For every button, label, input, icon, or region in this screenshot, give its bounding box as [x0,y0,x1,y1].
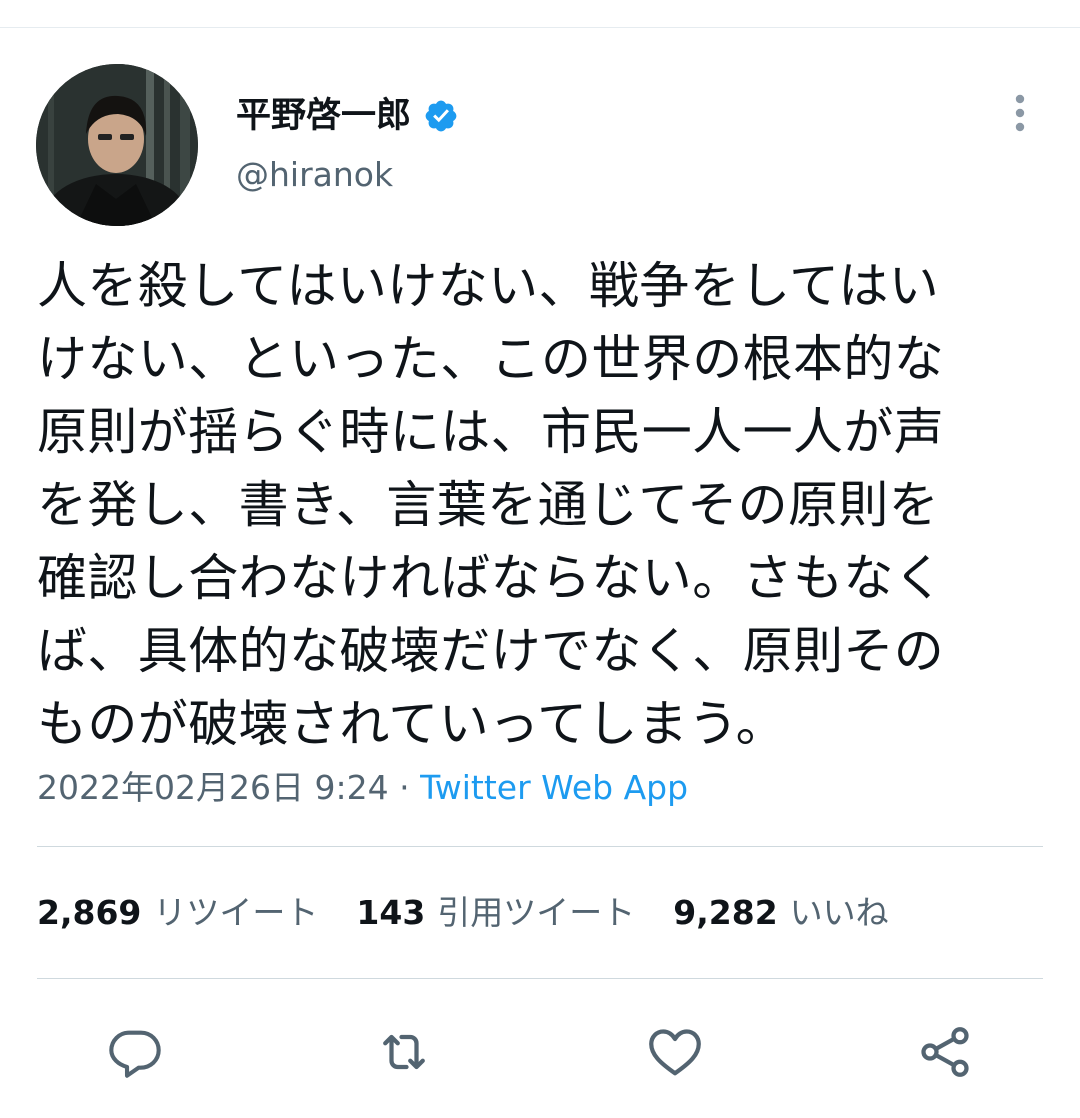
retweet-icon [383,1034,425,1070]
reply-icon [109,1030,161,1078]
tweet-stats: 2,869 リツイート 143 引用ツイート 9,282 いいね [37,892,927,934]
share-button[interactable] [915,1022,975,1082]
more-vertical-icon [1015,94,1025,132]
divider [37,846,1043,847]
tweet-timestamp[interactable]: 2022年02月26日 9:24 [37,768,389,807]
quotes-label: 引用ツイート [437,893,636,932]
share-icon [921,1027,969,1077]
retweets-count: 2,869 [37,893,142,932]
retweets-label: リツイート [153,893,319,932]
avatar-photo [36,64,198,226]
quotes-count: 143 [356,893,426,932]
likes-count: 9,282 [673,893,778,932]
display-name-text: 平野啓一郎 [236,96,412,136]
tweet-text: 人を殺してはいけない、戦争をしてはい けない、といった、この世界の根本的な 原則… [37,257,945,753]
likes-stat[interactable]: 9,282 いいね [673,892,888,934]
quotes-stat[interactable]: 143 引用ツイート [356,892,635,934]
avatar[interactable] [36,64,198,226]
user-handle[interactable]: @hiranok [236,154,393,196]
retweet-button[interactable] [374,1022,434,1082]
more-options-button[interactable] [1000,90,1040,136]
meta-separator: · [399,768,410,807]
display-name[interactable]: 平野啓一郎 [236,94,459,138]
retweets-stat[interactable]: 2,869 リツイート [37,892,318,934]
likes-label: いいね [789,893,889,932]
divider [37,978,1043,979]
tweet-meta: 2022年02月26日 9:24 · Twitter Web App [37,768,688,808]
verified-badge-icon [423,98,459,134]
top-divider [0,27,1080,28]
reply-button[interactable] [105,1022,165,1082]
heart-icon [649,1029,701,1076]
like-button[interactable] [645,1022,705,1082]
tweet-source-link[interactable]: Twitter Web App [420,768,688,807]
